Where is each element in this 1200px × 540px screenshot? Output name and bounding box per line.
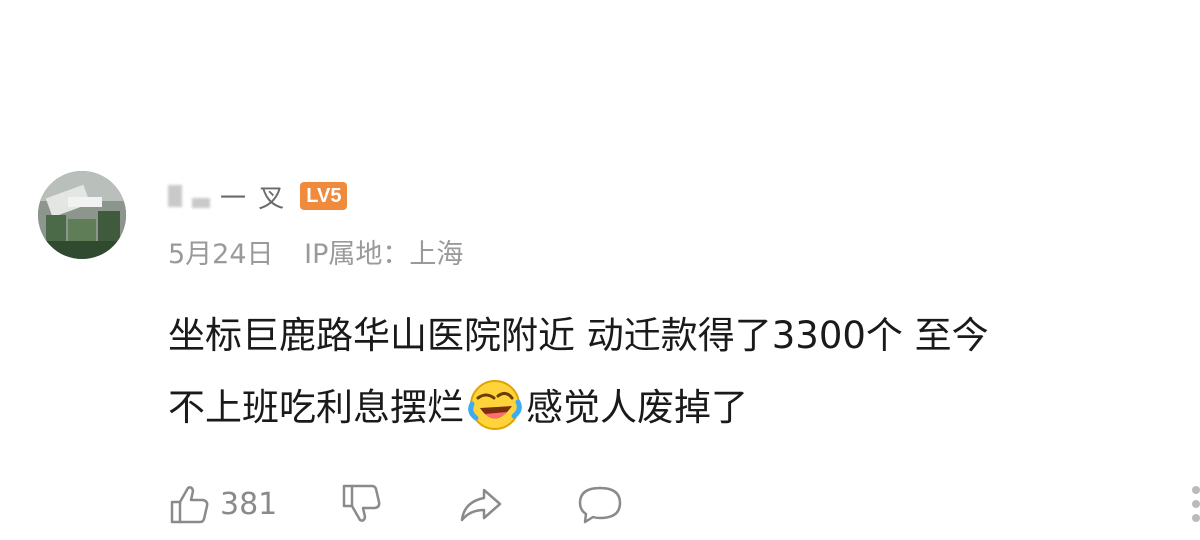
comment-bubble-icon [578, 486, 622, 524]
username-text: 一 叉 [220, 183, 287, 214]
thumbs-down-icon [342, 484, 381, 522]
ip-location: IP属地：上海 [304, 239, 464, 270]
like-count: 381 [220, 486, 278, 522]
level-badge: LV5 [300, 182, 348, 210]
comment-text: 坐标巨鹿路华山医院附近 动迁款得了3300个 至今 不上班吃利息摆烂 感觉人废掉… [168, 300, 1168, 444]
share-button[interactable] [458, 482, 576, 526]
comment-item: 一 叉 LV5 5月24日 IP属地：上海 坐标巨鹿路华山医院附近 动迁款得了3… [0, 0, 1200, 540]
comment-date: 5月24日 [168, 239, 274, 270]
crying-laughing-emoji-icon [468, 378, 522, 432]
reply-button[interactable] [576, 482, 636, 526]
blurred-name-part [192, 198, 210, 208]
blurred-name-part [168, 185, 182, 207]
comment-line-1: 坐标巨鹿路华山医院附近 动迁款得了3300个 至今 [168, 314, 989, 357]
dislike-button[interactable] [340, 482, 458, 526]
comment-line-2-end: 感觉人废掉了 [526, 386, 748, 429]
avatar-image [38, 171, 126, 259]
avatar[interactable] [38, 171, 126, 259]
like-button[interactable]: 381 [168, 482, 340, 526]
comment-line-2: 不上班吃利息摆烂 感觉人废掉了 [168, 372, 1168, 444]
more-dots-icon[interactable] [1180, 486, 1200, 526]
username[interactable]: 一 叉 [168, 178, 286, 215]
comment-line-2-start: 不上班吃利息摆烂 [168, 386, 464, 429]
thumbs-up-icon [170, 486, 209, 524]
comment-actions: 381 [168, 478, 636, 530]
username-row: 一 叉 LV5 [168, 178, 348, 215]
share-icon [460, 488, 502, 522]
comment-meta: 5月24日 IP属地：上海 [168, 232, 485, 271]
